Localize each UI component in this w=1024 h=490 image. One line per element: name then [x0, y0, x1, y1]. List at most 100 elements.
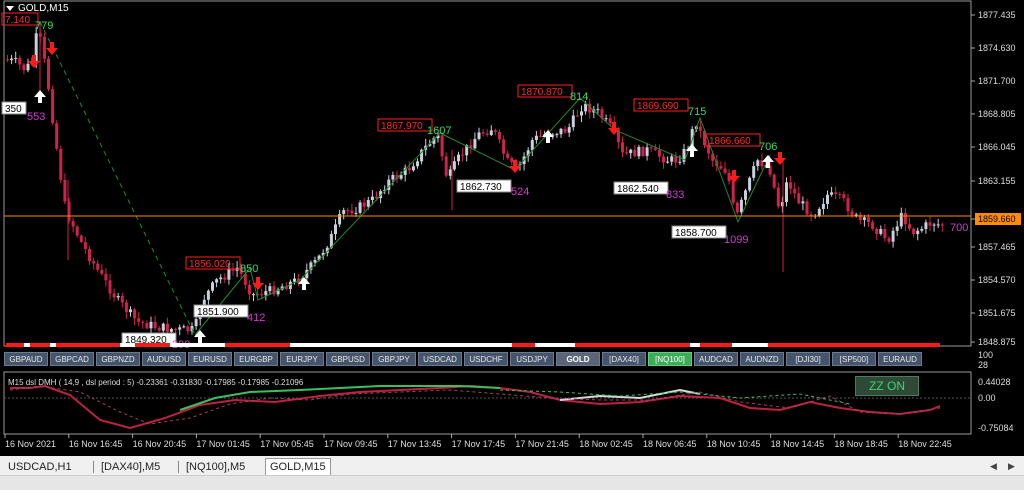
candle-body — [63, 179, 67, 202]
candle-body — [752, 166, 756, 178]
symbol-button-gbpnzd[interactable]: GBPNZD — [96, 352, 140, 366]
tab-nq100-m5[interactable]: [NQ100],M5 — [182, 459, 249, 475]
red-price-text: 1869.690 — [637, 101, 679, 112]
candle-body — [821, 203, 825, 209]
symbol-button-eurgbp[interactable]: EURGBP — [234, 352, 278, 366]
white-price-text: 1862.730 — [460, 182, 502, 193]
candle-body — [206, 290, 210, 300]
dropdown-icon[interactable] — [6, 5, 14, 11]
candle-body — [899, 212, 903, 227]
candle-body — [116, 296, 120, 298]
candle-body — [842, 194, 846, 199]
symbol-button-eurjpy[interactable]: EURJPY — [280, 352, 324, 366]
symbol-button-dji30[interactable]: [DJI30] — [786, 352, 830, 366]
green-count-label: 814 — [570, 91, 588, 103]
price-label: 1857.465 — [978, 242, 1016, 252]
candle-body — [71, 221, 75, 227]
symbol-button-usdcad[interactable]: USDCAD — [418, 352, 462, 366]
green-count-label: 1607 — [427, 125, 451, 137]
time-label: 16 Nov 20:45 — [133, 439, 187, 449]
candle-body — [530, 140, 534, 151]
symbol-button-nq100[interactable]: [NQ100] — [648, 352, 692, 366]
symbol-button-gbpcad[interactable]: GBPCAD — [50, 352, 94, 366]
red-price-text: 7.140 — [5, 15, 30, 26]
symbol-button-audusd[interactable]: AUDUSD — [142, 352, 186, 366]
symbol-button-sp500[interactable]: [SP500] — [832, 352, 876, 366]
candle-body — [539, 135, 542, 137]
symbol-button-gbpaud[interactable]: GBPAUD — [4, 352, 48, 366]
candle-body — [477, 132, 481, 139]
symbol-button-dax40[interactable]: [DAX40] — [602, 352, 646, 366]
session-segment — [700, 343, 732, 347]
candle-body — [559, 128, 563, 135]
session-segment — [225, 343, 290, 347]
candle-body — [887, 238, 891, 242]
price-label: 1871.700 — [978, 76, 1016, 86]
annotation-labels-layer: 7.140 1856.020 1867.970 1870.870 1869.690 186… — [1, 12, 968, 351]
time-axis: 16 Nov 2021 16 Nov 16:45 16 Nov 20:45 17 No… — [4, 434, 952, 449]
candle-body — [772, 174, 776, 188]
candle-body — [895, 226, 899, 231]
candle-body — [346, 210, 350, 212]
current-price-label: 1859.660 — [978, 214, 1016, 224]
price-label: 1863.155 — [978, 176, 1016, 186]
symbol-button-audnzd[interactable]: AUDNZD — [740, 352, 784, 366]
buy-arrow-icon — [542, 130, 554, 143]
candle-body — [879, 228, 883, 234]
candle-body — [149, 321, 153, 329]
green-count-label: 850 — [240, 263, 258, 275]
indicator-lines — [4, 384, 971, 430]
candle-body — [936, 224, 940, 226]
candle-body — [928, 222, 932, 226]
symbol-button-gbpusd[interactable]: GBPUSD — [326, 352, 370, 366]
candle-body — [182, 326, 186, 328]
candle-body — [215, 279, 219, 283]
candle-body — [875, 228, 879, 234]
symbol-button-euraud[interactable]: EURAUD — [878, 352, 922, 366]
candle-body — [850, 211, 854, 216]
red-price-text: 1856.020 — [189, 259, 231, 270]
candle-body — [129, 309, 132, 313]
candle-body — [776, 187, 780, 207]
candle-body — [211, 282, 214, 291]
candle-body — [83, 242, 87, 249]
buy-arrow-icon — [194, 330, 206, 343]
scroll-right-icon[interactable]: ▶ — [1008, 461, 1015, 472]
candle-body — [846, 198, 850, 212]
candle-body — [493, 130, 497, 133]
symbol-button-gbpjpy[interactable]: GBPJPY — [372, 352, 416, 366]
scroll-left-icon[interactable]: ◀ — [990, 461, 997, 472]
candle-body — [858, 214, 862, 220]
indicator-level-label: 0.44028 — [978, 377, 1011, 387]
candle-body — [252, 294, 255, 296]
session-segment — [768, 343, 778, 347]
candle-body — [260, 294, 264, 296]
symbol-button-eurusd[interactable]: EURUSD — [188, 352, 232, 366]
price-label: 1874.630 — [978, 43, 1016, 53]
zz-toggle-button[interactable]: ZZ ON — [855, 376, 919, 396]
magenta-count-label: 553 — [27, 111, 45, 123]
candle-body — [785, 182, 788, 203]
session-segment — [690, 343, 700, 347]
chart-window[interactable]: 7.140 1856.020 1867.970 1870.870 1869.690 186… — [0, 0, 1024, 456]
candle-body — [268, 286, 272, 292]
sell-arrow-icon — [28, 55, 40, 68]
candle-body — [92, 261, 96, 264]
candle-body — [120, 296, 124, 303]
tab-usdcad-h1[interactable]: USDCAD,H1 — [4, 459, 76, 475]
session-segment — [290, 343, 512, 347]
red-price-text: 1870.870 — [521, 87, 563, 98]
session-segment — [120, 343, 135, 347]
symbol-button-usdjpy[interactable]: USDJPY — [510, 352, 554, 366]
candle-body — [178, 327, 182, 330]
candle-body — [227, 269, 231, 280]
magenta-count-label: 833 — [666, 189, 684, 201]
tab-dax40-m5[interactable]: [DAX40],M5 — [97, 459, 164, 475]
horizontal-scrollbar[interactable] — [0, 475, 1024, 490]
indicator-level-label: 0.00 — [978, 393, 996, 403]
candle-body — [6, 59, 9, 61]
symbol-button-usdchf[interactable]: USDCHF — [464, 352, 508, 366]
symbol-button-gold[interactable]: GOLD — [556, 352, 600, 366]
symbol-button-audcad[interactable]: AUDCAD — [694, 352, 738, 366]
candle-body — [719, 165, 723, 169]
